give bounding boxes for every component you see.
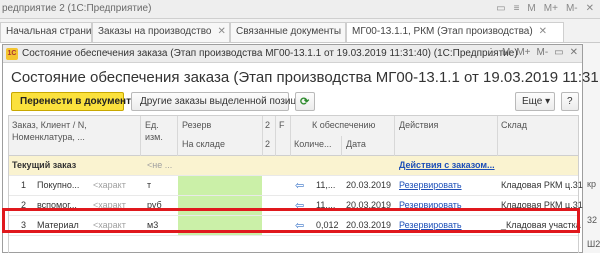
- background-text: 32: [587, 215, 598, 225]
- column-header-2: 2: [265, 120, 271, 130]
- memory-minus-icon[interactable]: M-: [536, 47, 548, 58]
- memory-minus-icon[interactable]: M-: [566, 3, 578, 14]
- background-text: кр: [587, 179, 596, 189]
- tab-label: МГ00-13.1.1, РКМ (Этап производства): [352, 26, 533, 37]
- tab-label: Связанные документы: [236, 26, 342, 37]
- current-order-label: Текущий заказ: [12, 160, 77, 170]
- column-divider: [275, 116, 276, 156]
- highlight-frame: [2, 208, 580, 233]
- column-header-stock[interactable]: Склад: [501, 120, 527, 131]
- column-divider: [341, 136, 342, 156]
- column-divider: [290, 116, 291, 156]
- tab-related-documents[interactable]: Связанные документы✕: [230, 22, 355, 42]
- column-header-actions[interactable]: Действия: [399, 120, 438, 131]
- table-header: Заказ, Клиент / N, Номенклатура, ... Ед.…: [9, 116, 578, 156]
- column-header-reserve[interactable]: Резерв: [182, 120, 211, 131]
- help-button[interactable]: ?: [561, 92, 579, 111]
- column-header-quantity[interactable]: Количе...: [294, 139, 332, 150]
- item-name: Покупно...: [37, 180, 80, 190]
- memory-icon[interactable]: M: [527, 3, 535, 14]
- arrow-left-icon: ⇦: [295, 180, 305, 192]
- item-quantity: 11,...: [316, 180, 336, 190]
- more-icon[interactable]: ⋮: [486, 47, 496, 58]
- reserve-link[interactable]: Резервировать: [399, 180, 462, 190]
- maximize-icon[interactable]: ▭: [554, 47, 563, 58]
- app-titlebar: редприятие 2 (1С:Предприятие) ▭ ≡ M M+ M…: [0, 0, 600, 19]
- column-header-order-2[interactable]: Номенклатура, ...: [12, 132, 85, 143]
- item-characteristic: <характ: [93, 180, 126, 190]
- transfer-to-document-button[interactable]: Перенести в документ: [11, 92, 131, 111]
- column-header-date[interactable]: Дата: [346, 139, 366, 150]
- column-header-f: F: [279, 120, 285, 130]
- item-date: 20.03.2019: [346, 180, 392, 190]
- reserve-warehouse-cell[interactable]: [178, 176, 262, 195]
- other-orders-button[interactable]: Другие заказы выделенной позиции: [131, 92, 307, 111]
- order-actions-link[interactable]: Действия с заказом...: [399, 160, 495, 170]
- close-icon[interactable]: ✕: [539, 26, 547, 37]
- more-actions-button[interactable]: Еще ▾: [515, 92, 555, 111]
- column-divider: [394, 116, 395, 156]
- refresh-icon[interactable]: ⟳: [295, 92, 315, 111]
- memory-plus-icon[interactable]: M+: [516, 47, 530, 58]
- dialog-window-controls: ⋮ M M+ M- ▭ ✕: [486, 47, 578, 58]
- close-icon[interactable]: ✕: [570, 47, 578, 58]
- tab-home[interactable]: Начальная страница: [0, 22, 103, 42]
- tab-label: Заказы на производство: [98, 26, 212, 37]
- close-icon[interactable]: ✕: [218, 26, 226, 37]
- memory-icon[interactable]: M: [502, 47, 510, 58]
- panel-icon[interactable]: ▭: [496, 3, 505, 14]
- column-header-order[interactable]: Заказ, Клиент / N,: [12, 120, 87, 131]
- item-unit: т: [147, 180, 152, 190]
- column-divider: [140, 116, 141, 156]
- page-title: Состояние обеспечения заказа (Этап произ…: [11, 69, 600, 86]
- column-header-2b: 2: [265, 139, 271, 149]
- background-text: Ш2: [587, 239, 600, 249]
- app-window-controls: ▭ ≡ M M+ M- ✕: [496, 3, 594, 14]
- column-header-unit-2: изм.: [145, 132, 163, 142]
- column-divider: [262, 116, 263, 156]
- current-order-unit: <не ...: [147, 160, 173, 170]
- 1c-app-icon: 1С: [6, 48, 18, 60]
- table-row[interactable]: 1 Покупно... <характ т ⇦ 11,... 20.03.20…: [9, 176, 583, 196]
- tabs-bar: Начальная страница Заказы на производств…: [0, 19, 600, 43]
- memory-plus-icon[interactable]: M+: [544, 3, 558, 14]
- column-header-warehouse[interactable]: На складе: [182, 139, 225, 150]
- app-title: редприятие 2 (1С:Предприятие): [2, 3, 152, 14]
- column-divider: [177, 116, 178, 156]
- dialog-titlebar: 1С Состояние обеспечения заказа (Этап пр…: [3, 45, 582, 63]
- tab-production-orders[interactable]: Заказы на производство ✕: [92, 22, 230, 42]
- column-header-provision[interactable]: К обеспечению: [312, 120, 375, 131]
- column-header-unit[interactable]: Ед.: [145, 120, 159, 131]
- item-stock: Кладовая РКМ ц.31: [501, 180, 583, 190]
- tab-production-stage[interactable]: МГ00-13.1.1, РКМ (Этап производства) ✕: [346, 22, 564, 42]
- tab-home-label: Начальная страница: [6, 26, 103, 37]
- dialog-title: Состояние обеспечения заказа (Этап произ…: [22, 48, 518, 59]
- row-number: 1: [21, 180, 27, 190]
- column-divider: [497, 116, 498, 156]
- table-row-current-order[interactable]: Текущий заказ <не ... Действия с заказом…: [9, 156, 578, 176]
- menu-icon[interactable]: ≡: [514, 3, 520, 14]
- close-app-icon[interactable]: ✕: [586, 3, 594, 14]
